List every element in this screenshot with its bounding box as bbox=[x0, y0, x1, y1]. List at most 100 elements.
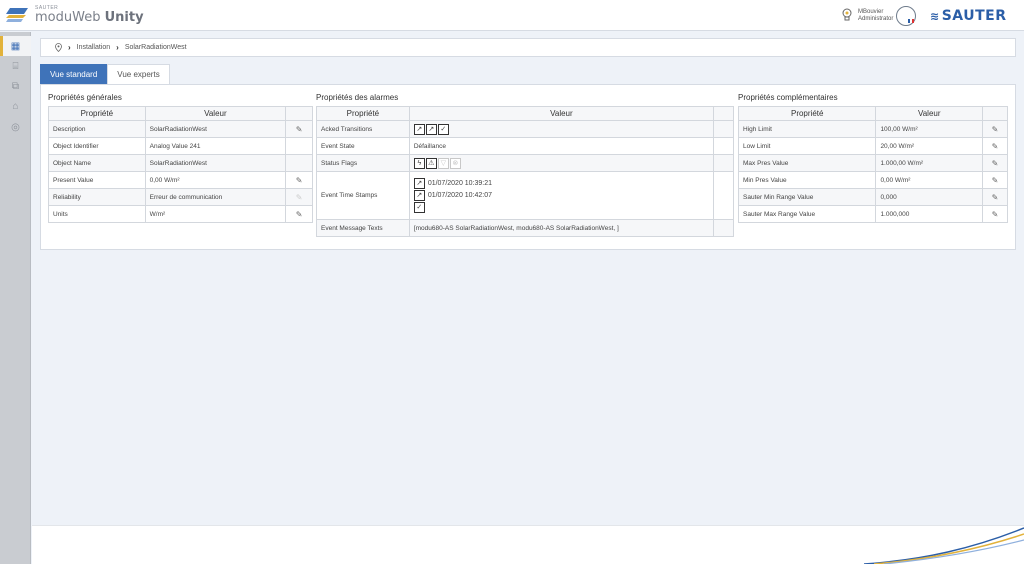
alarm-properties-table: Propriété Valeur Acked Transitions ↗ ↗ ✓ E… bbox=[316, 106, 734, 237]
table-row: Event State Défaillance bbox=[316, 137, 734, 155]
table-row: Sauter Min Range Value 0,000 ✎ bbox=[737, 188, 1008, 206]
transition-icon: ↗ bbox=[413, 178, 425, 189]
out-of-service-icon: ⊗ bbox=[449, 157, 461, 169]
rail-network-icon[interactable]: ⧉ bbox=[0, 76, 31, 96]
prop-name: Units bbox=[48, 205, 146, 223]
prop-name: Min Pres Value bbox=[737, 171, 877, 189]
company-logo-text: SAUTER bbox=[941, 8, 1007, 24]
acked-transitions-flags: ↗ ↗ ✓ bbox=[408, 120, 715, 138]
brand-swoosh-graphic bbox=[864, 527, 1024, 564]
col-header-property: Propriété bbox=[48, 106, 146, 121]
complementary-properties-section: Propriétés complémentaires Propriété Val… bbox=[737, 93, 1008, 223]
table-row: Event Time Stamps ↗ 01/07/2020 10:39:21 ↗… bbox=[316, 171, 734, 220]
prop-value: [modu680-AS SolarRadiationWest, modu680-… bbox=[408, 219, 715, 237]
edit-pencil-icon[interactable]: ✎ bbox=[285, 205, 313, 223]
edit-pencil-icon[interactable]: ✎ bbox=[982, 188, 1008, 206]
col-header-property: Propriété bbox=[737, 106, 877, 121]
tab-standard-view[interactable]: Vue standard bbox=[40, 64, 108, 84]
general-properties-title: Propriétés générales bbox=[48, 93, 122, 102]
timestamp-line: ↗ 01/07/2020 10:42:07 bbox=[413, 190, 709, 202]
chevron-right-icon: › bbox=[116, 43, 119, 52]
table-row: Units W/m² ✎ bbox=[48, 205, 313, 223]
prop-name: Status Flags bbox=[316, 154, 410, 172]
tab-expert-view[interactable]: Vue experts bbox=[107, 64, 170, 84]
prop-value: 1.000,00 W/m² bbox=[875, 154, 984, 172]
col-header-value: Valeur bbox=[144, 106, 287, 121]
table-row: Max Pres Value 1.000,00 W/m² ✎ bbox=[737, 154, 1008, 172]
app-title: moduWeb Unity bbox=[35, 10, 144, 25]
table-row: Status Flags ϟ ⚠ ▽ ⊗ bbox=[316, 154, 734, 172]
prop-name: Event Message Texts bbox=[316, 219, 410, 237]
alarm-properties-section: Propriétés des alarmes Propriété Valeur … bbox=[316, 93, 734, 237]
edit-pencil-icon[interactable]: ✎ bbox=[285, 120, 313, 138]
app-header: SAUTER moduWeb Unity MBouvier Administra… bbox=[0, 0, 1024, 31]
chevron-right-icon: › bbox=[68, 43, 71, 52]
prop-name: Object Name bbox=[48, 154, 146, 172]
user-role: Administrator bbox=[858, 16, 894, 22]
rail-folder-icon[interactable]: ⌂ bbox=[0, 96, 31, 116]
table-row: Object Name SolarRadiationWest bbox=[48, 154, 313, 172]
table-row: Acked Transitions ↗ ↗ ✓ bbox=[316, 120, 734, 138]
brand-light: moduWeb bbox=[35, 10, 101, 25]
edit-pencil-icon[interactable]: ✎ bbox=[982, 154, 1008, 172]
general-properties-table: Propriété Valeur Description SolarRadiat… bbox=[48, 106, 313, 223]
prop-name: Sauter Min Range Value bbox=[737, 188, 877, 206]
prop-value: Analog Value 241 bbox=[144, 137, 287, 155]
properties-panel: Propriétés générales Propriété Valeur De… bbox=[40, 84, 1016, 250]
prop-value: 20,00 W/m² bbox=[875, 137, 984, 155]
lightbulb-icon[interactable] bbox=[842, 8, 852, 22]
rail-building-icon[interactable]: ▦ bbox=[0, 36, 31, 56]
general-properties-section: Propriétés générales Propriété Valeur De… bbox=[48, 93, 313, 223]
prop-name: Present Value bbox=[48, 171, 146, 189]
avatar-gauge-icon[interactable] bbox=[896, 6, 916, 26]
transition-icon: ↗ bbox=[413, 190, 425, 201]
prop-value: Erreur de communication bbox=[144, 188, 287, 206]
table-row: Object Identifier Analog Value 241 bbox=[48, 137, 313, 155]
edit-pencil-icon: ✎ bbox=[285, 188, 313, 206]
edit-pencil-icon[interactable]: ✎ bbox=[982, 120, 1008, 138]
timestamp-value: 01/07/2020 10:39:21 bbox=[427, 180, 493, 187]
breadcrumb-installation[interactable]: Installation bbox=[77, 44, 110, 51]
footer bbox=[32, 525, 1024, 564]
table-row: Sauter Max Range Value 1.000,000 ✎ bbox=[737, 205, 1008, 223]
view-tabs: Vue standard Vue experts bbox=[40, 64, 170, 84]
prop-name: Event State bbox=[316, 137, 410, 155]
overridden-icon: ▽ bbox=[437, 157, 449, 169]
col-header-property: Propriété bbox=[316, 106, 410, 121]
complementary-properties-table: Propriété Valeur High Limit 100,00 W/m² … bbox=[737, 106, 1008, 223]
edit-pencil-icon[interactable]: ✎ bbox=[982, 171, 1008, 189]
prop-name: Description bbox=[48, 120, 146, 138]
col-header-edit bbox=[285, 106, 313, 121]
table-row: Min Pres Value 0,00 W/m² ✎ bbox=[737, 171, 1008, 189]
edit-pencil-icon[interactable]: ✎ bbox=[982, 137, 1008, 155]
edit-pencil-icon[interactable]: ✎ bbox=[982, 205, 1008, 223]
prop-value: W/m² bbox=[144, 205, 287, 223]
table-row: Reliability Erreur de communication ✎ bbox=[48, 188, 313, 206]
transition-check-icon: ✓ bbox=[413, 202, 425, 213]
transition-check-icon: ↗ bbox=[413, 123, 425, 135]
prop-name: Low Limit bbox=[737, 137, 877, 155]
prop-name: Sauter Max Range Value bbox=[737, 205, 877, 223]
rail-clock-icon[interactable]: ◎ bbox=[0, 117, 31, 137]
prop-value: 0,00 W/m² bbox=[875, 171, 984, 189]
edit-pencil-icon[interactable]: ✎ bbox=[285, 171, 313, 189]
breadcrumb-current: SolarRadiationWest bbox=[124, 44, 187, 51]
event-timestamps: ↗ 01/07/2020 10:39:21 ↗ 01/07/2020 10:42:0… bbox=[408, 171, 715, 220]
prop-value: 0,000 bbox=[875, 188, 984, 206]
company-logo: ≋ SAUTER bbox=[930, 8, 1007, 24]
table-row: Event Message Texts [modu680-AS SolarRad… bbox=[316, 219, 734, 237]
prop-value: 0,00 W/m² bbox=[144, 171, 287, 189]
brand-bold: Unity bbox=[104, 10, 144, 25]
timestamp-line: ✓ bbox=[413, 202, 709, 214]
status-flags: ϟ ⚠ ▽ ⊗ bbox=[408, 154, 715, 172]
prop-value: 1.000,000 bbox=[875, 205, 984, 223]
col-header-value: Valeur bbox=[408, 106, 715, 121]
prop-name: Acked Transitions bbox=[316, 120, 410, 138]
col-header-value: Valeur bbox=[875, 106, 984, 121]
rail-tree-icon[interactable]: ⌸ bbox=[0, 56, 31, 76]
fault-lightning-icon: ϟ bbox=[413, 157, 425, 169]
prop-name: High Limit bbox=[737, 120, 877, 138]
user-name[interactable]: MBouvier bbox=[858, 9, 883, 15]
prop-value: Défaillance bbox=[408, 137, 715, 155]
table-row: Low Limit 20,00 W/m² ✎ bbox=[737, 137, 1008, 155]
